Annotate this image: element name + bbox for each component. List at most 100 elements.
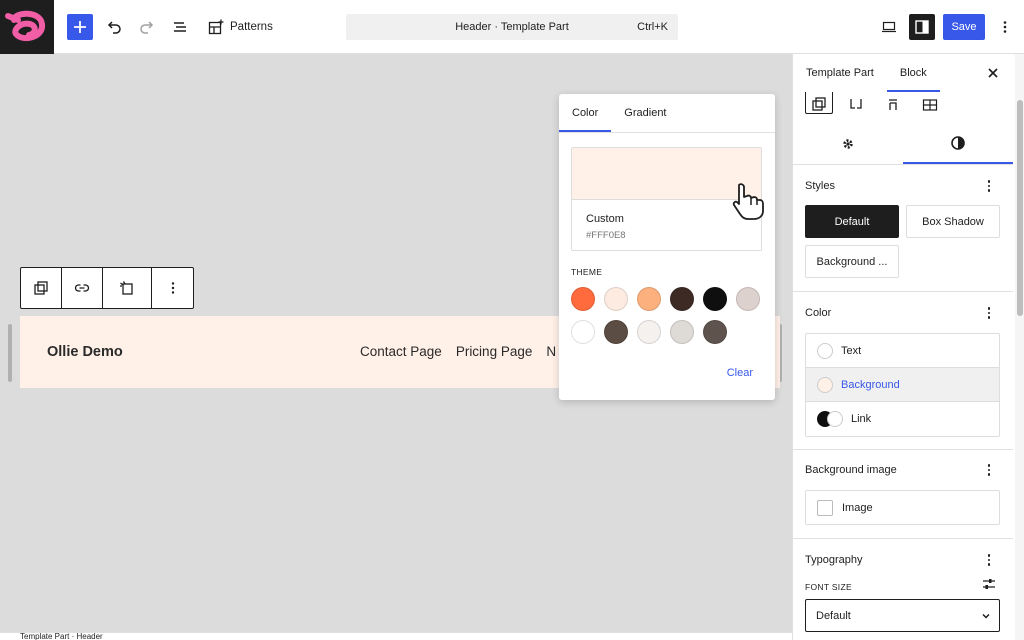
close-sidebar-button[interactable] [985, 65, 1001, 81]
desktop-icon [882, 21, 896, 33]
palette-swatch[interactable] [604, 287, 628, 311]
block-breadcrumb: Template Part · Header [0, 632, 792, 640]
selected-color-hex: #FFF0E8 [586, 230, 626, 241]
palette-swatch[interactable] [571, 320, 595, 344]
half-circle-icon [951, 136, 965, 150]
command-title: Header · Template Part [455, 21, 569, 33]
color-item-link[interactable]: Link [806, 402, 999, 436]
palette-swatch[interactable] [736, 287, 760, 311]
hand-pointer-cursor-icon [732, 183, 764, 220]
document-overview-button[interactable] [168, 15, 192, 39]
row-icon [850, 99, 862, 109]
settings-sidebar-toggle[interactable] [909, 14, 935, 40]
font-size-label: FONT SIZE [805, 582, 852, 592]
detach-button[interactable] [103, 268, 152, 308]
color-indicator [817, 342, 833, 359]
theme-palette-label: THEME [571, 267, 603, 277]
background-image-panel-title: Background image [805, 464, 897, 476]
more-vertical-icon [171, 282, 174, 294]
undo-button[interactable] [102, 15, 126, 39]
sidebar-scrollbar[interactable] [1015, 54, 1024, 640]
plus-icon [74, 21, 86, 33]
navigation: Contact Page Pricing Page N [360, 344, 556, 359]
color-indicator [817, 376, 833, 393]
color-item-background[interactable]: Background [806, 368, 999, 402]
detach-icon [120, 281, 133, 295]
palette-swatch[interactable] [571, 287, 595, 311]
link-button[interactable] [62, 268, 103, 308]
command-palette-button[interactable]: Header · Template Part Ctrl+K [346, 14, 678, 40]
variation-row[interactable] [842, 92, 870, 114]
style-box-shadow-button[interactable]: Box Shadow [906, 205, 1000, 238]
gear-icon [843, 139, 853, 149]
styles-options-button[interactable] [983, 178, 995, 194]
undo-icon [107, 21, 121, 34]
color-item-label: Text [841, 344, 862, 357]
tab-styles[interactable] [903, 124, 1013, 164]
sidebar-tabs: Template Part Block [793, 54, 1013, 92]
divider [793, 291, 1013, 292]
custom-size-sliders-icon[interactable] [982, 577, 996, 591]
typography-options-button[interactable] [983, 552, 995, 568]
block-type-button[interactable] [21, 268, 62, 308]
nav-item[interactable]: Pricing Page [456, 344, 533, 359]
tab-color[interactable]: Color [559, 94, 612, 132]
color-picker-popover: Color Gradient Custom #FFF0E8 THEME Clea… [559, 94, 775, 400]
command-shortcut: Ctrl+K [637, 21, 668, 33]
font-size-select[interactable]: Default [805, 599, 1000, 632]
palette-swatch[interactable] [637, 287, 661, 311]
color-options-button[interactable] [983, 305, 995, 321]
palette-swatch[interactable] [670, 287, 694, 311]
patterns-button[interactable]: Patterns [208, 15, 273, 39]
resize-handle-left[interactable] [8, 324, 12, 382]
styles-panel-title: Styles [805, 180, 835, 192]
top-toolbar: Patterns Header · Template Part Ctrl+K S… [0, 0, 1024, 54]
tab-block[interactable]: Block [886, 54, 940, 92]
site-logo-button[interactable] [0, 0, 54, 54]
link-icon [74, 284, 90, 292]
palette-swatch[interactable] [670, 320, 694, 344]
save-button[interactable]: Save [943, 14, 985, 40]
redo-button[interactable] [135, 15, 159, 39]
variation-template-part[interactable] [805, 92, 833, 114]
variation-stack[interactable] [879, 92, 907, 114]
nav-item[interactable]: N [546, 344, 556, 359]
options-menu-button[interactable] [993, 15, 1017, 39]
font-size-value: Default [816, 609, 851, 622]
settings-sidebar: Template Part Block Styles Default Box S… [792, 54, 1024, 640]
redo-icon [140, 21, 154, 34]
view-button[interactable] [877, 15, 901, 39]
variation-grid[interactable] [916, 92, 944, 114]
breadcrumb-text[interactable]: Template Part · Header [20, 633, 103, 640]
divider [793, 449, 1013, 450]
block-toolbar [20, 267, 194, 309]
nav-item[interactable]: Contact Page [360, 344, 442, 359]
palette-swatch[interactable] [604, 320, 628, 344]
style-default-button[interactable]: Default [805, 205, 899, 238]
palette-swatch[interactable] [703, 287, 727, 311]
image-label: Image [842, 501, 873, 514]
block-inspector-tabs [793, 124, 1013, 165]
palette-swatch[interactable] [637, 320, 661, 344]
background-image-options-button[interactable] [983, 462, 995, 478]
theme-palette [571, 287, 766, 344]
tab-template-part[interactable]: Template Part [793, 54, 887, 92]
palette-swatch[interactable] [703, 320, 727, 344]
style-background-button[interactable]: Background ... [805, 245, 899, 278]
link-color-indicator [817, 411, 843, 427]
site-title[interactable]: Ollie Demo [47, 344, 123, 360]
chevron-down-icon [982, 613, 990, 619]
template-part-icon [812, 97, 826, 111]
tab-gradient[interactable]: Gradient [611, 94, 679, 132]
list-view-icon [174, 22, 186, 32]
block-options-button[interactable] [152, 268, 193, 308]
add-background-image-button[interactable]: Image [805, 490, 1000, 525]
patterns-label: Patterns [230, 21, 273, 33]
block-variations [805, 92, 944, 114]
image-placeholder-icon [817, 499, 833, 516]
scrollbar-thumb[interactable] [1017, 100, 1023, 316]
add-block-button[interactable] [67, 14, 93, 40]
tab-settings[interactable] [793, 124, 903, 164]
clear-color-button[interactable]: Clear [727, 367, 753, 379]
color-item-text[interactable]: Text [806, 334, 999, 368]
